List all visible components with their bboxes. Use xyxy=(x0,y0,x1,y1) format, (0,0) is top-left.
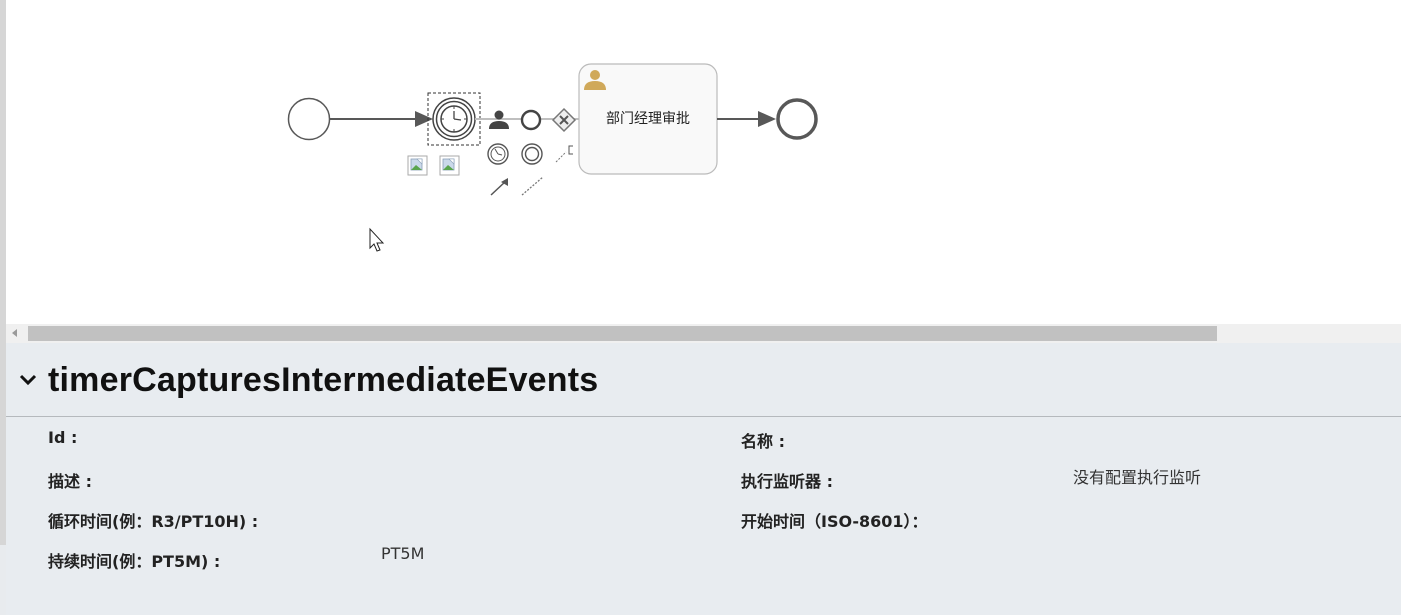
user-task-label: 部门经理审批 xyxy=(606,111,690,127)
delete-image-icon[interactable] xyxy=(407,155,428,176)
sequence-flow-3-arrowhead xyxy=(758,111,776,127)
start-time-label: 开始时间（ISO-8601）： xyxy=(741,512,928,531)
chevron-down-icon[interactable] xyxy=(19,373,37,387)
exclusive-gateway-icon[interactable] xyxy=(551,107,577,133)
id-label: Id : xyxy=(48,428,78,447)
horizontal-scrollbar[interactable] xyxy=(6,324,1401,343)
intermediate-event-icon[interactable] xyxy=(521,143,543,165)
description-label: 描述 : xyxy=(48,472,92,491)
properties-title: timerCapturesIntermediateEvents xyxy=(48,361,599,399)
timer-intermediate-event[interactable] xyxy=(432,97,476,141)
association-icon[interactable] xyxy=(521,176,544,196)
listeners-value[interactable]: 没有配置执行监听 xyxy=(1073,464,1201,488)
bpmn-canvas[interactable]: 部门经理审批 xyxy=(6,0,1401,324)
text-annotation-icon[interactable] xyxy=(555,145,573,163)
timer-event-icon[interactable] xyxy=(487,143,509,165)
name-label: 名称 : xyxy=(741,432,785,451)
change-type-image-icon[interactable] xyxy=(439,155,460,176)
end-event-icon[interactable] xyxy=(520,109,542,131)
start-event[interactable] xyxy=(287,97,331,141)
duration-label: 持续时间(例：PT5M) : xyxy=(48,552,221,571)
listeners-label: 执行监听器 : xyxy=(741,472,833,491)
properties-panel: timerCapturesIntermediateEvents Id : 名称 … xyxy=(6,343,1401,615)
scrollbar-thumb[interactable] xyxy=(28,326,1217,341)
scroll-left-arrow-icon[interactable] xyxy=(12,329,17,337)
cycle-label: 循环时间(例：R3/PT10H) : xyxy=(48,512,259,531)
mouse-pointer-icon xyxy=(369,227,385,252)
duration-value[interactable]: PT5M xyxy=(381,544,424,563)
end-event[interactable] xyxy=(776,98,818,140)
sequence-flow-icon[interactable] xyxy=(490,178,508,196)
sequence-flow-1-arrowhead xyxy=(415,111,433,127)
properties-header[interactable]: timerCapturesIntermediateEvents xyxy=(6,343,1401,417)
